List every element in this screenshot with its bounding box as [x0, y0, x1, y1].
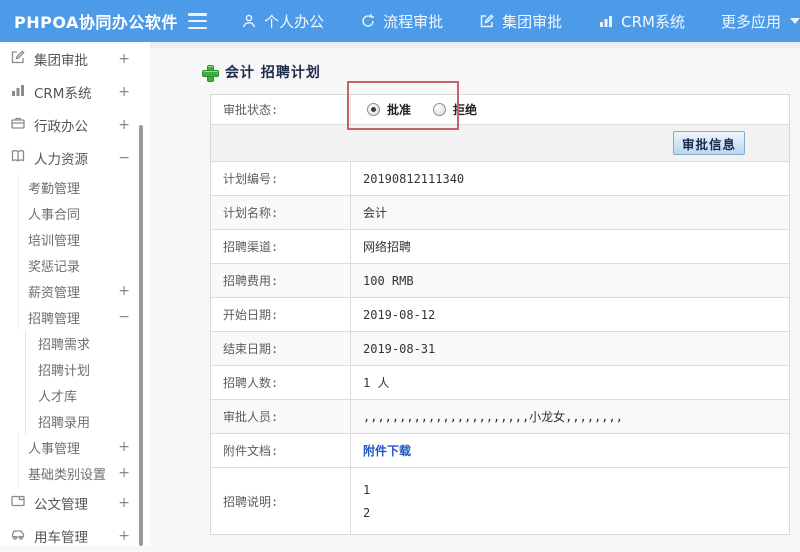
- sidebar: 集团审批 + CRM系统 + 行政办公 + 人力资源 − 考勤管理 人事合同 培…: [0, 42, 150, 546]
- table-row-approvers: 审批人员: ,,,,,,,,,,,,,,,,,,,,,,,小龙女,,,,,,,,: [211, 400, 789, 434]
- attachment-download-link[interactable]: 附件下载: [363, 442, 411, 459]
- sidebar-item-attendance[interactable]: 考勤管理: [18, 174, 150, 200]
- page-header: 会计 招聘计划: [202, 62, 800, 82]
- table-row-description: 招聘说明: 1 2: [211, 468, 789, 534]
- bar-chart-icon: [10, 82, 26, 102]
- sidebar-scrollbar[interactable]: [139, 125, 143, 546]
- nav-crm-system[interactable]: CRM系统: [598, 11, 685, 32]
- sidebar-item-talent-pool[interactable]: 人才库: [25, 382, 150, 408]
- sidebar-item-base-category[interactable]: 基础类别设置 +: [18, 460, 150, 486]
- sidebar-item-salary[interactable]: 薪资管理 +: [18, 278, 150, 304]
- expand-toggle[interactable]: +: [118, 495, 130, 511]
- nav-process-approval[interactable]: 流程审批: [360, 11, 443, 32]
- expand-toggle[interactable]: +: [118, 528, 130, 544]
- sidebar-item-group-approval[interactable]: 集团审批 +: [0, 42, 150, 75]
- toolbar-row: 审批信息: [211, 125, 789, 162]
- main-content: 会计 招聘计划 审批状态: 批准 拒绝 审批信息 计划编号: 201908121…: [150, 42, 800, 546]
- sidebar-item-crm[interactable]: CRM系统 +: [0, 75, 150, 108]
- expand-toggle[interactable]: +: [118, 465, 130, 481]
- table-row-plan-name: 计划名称: 会计: [211, 196, 789, 230]
- document-icon: [10, 493, 26, 513]
- sidebar-item-recruit-hire[interactable]: 招聘录用: [25, 408, 150, 434]
- top-nav: 个人办公 流程审批 集团审批 CRM系统 更多应用: [241, 11, 800, 32]
- sidebar-item-rewards[interactable]: 奖惩记录: [18, 252, 150, 278]
- app-logo: PHPOA协同办公软件: [14, 13, 178, 32]
- collapse-toggle[interactable]: −: [118, 309, 130, 325]
- briefcase-icon: [10, 115, 26, 135]
- menu-toggle-icon[interactable]: [187, 13, 208, 29]
- field-label: 审批状态:: [211, 95, 351, 124]
- sidebar-item-hr-contract[interactable]: 人事合同: [18, 200, 150, 226]
- expand-toggle[interactable]: +: [118, 51, 130, 67]
- description-line: 2: [363, 505, 371, 520]
- approval-status-row: 审批状态: 批准 拒绝: [211, 95, 789, 125]
- table-row-headcount: 招聘人数: 1 人: [211, 366, 789, 400]
- page-title: 会计 招聘计划: [225, 65, 321, 81]
- book-icon: [10, 148, 26, 168]
- radio-approve[interactable]: 批准: [367, 101, 411, 118]
- process-cycle-icon: [360, 13, 376, 29]
- detail-table: 审批状态: 批准 拒绝 审批信息 计划编号: 20190812111340 计划…: [210, 94, 790, 535]
- topbar: PHPOA协同办公软件 个人办公 流程审批 集团审批 CRM系统 更多应用: [0, 0, 800, 42]
- sidebar-item-documents[interactable]: 公文管理 +: [0, 486, 150, 519]
- expand-toggle[interactable]: +: [118, 283, 130, 299]
- table-row-plan-number: 计划编号: 20190812111340: [211, 162, 789, 196]
- edit-icon: [10, 49, 26, 69]
- sidebar-item-recruitment[interactable]: 招聘管理 −: [18, 304, 150, 330]
- car-icon: [10, 526, 26, 546]
- nav-more-apps[interactable]: 更多应用: [721, 11, 800, 32]
- sidebar-item-recruit-demand[interactable]: 招聘需求: [25, 330, 150, 356]
- table-row-start-date: 开始日期: 2019-08-12: [211, 298, 789, 332]
- caret-down-icon: [790, 18, 800, 24]
- sidebar-item-recruit-plan[interactable]: 招聘计划: [25, 356, 150, 382]
- table-row-end-date: 结束日期: 2019-08-31: [211, 332, 789, 366]
- add-plus-icon: [202, 64, 219, 82]
- person-icon: [241, 13, 257, 29]
- sidebar-item-vehicle[interactable]: 用车管理 +: [0, 519, 150, 552]
- expand-toggle[interactable]: +: [118, 117, 130, 133]
- table-row-channel: 招聘渠道: 网络招聘: [211, 230, 789, 264]
- approval-info-button[interactable]: 审批信息: [673, 131, 745, 155]
- nav-personal-office[interactable]: 个人办公: [241, 11, 324, 32]
- nav-group-approval[interactable]: 集团审批: [479, 11, 562, 32]
- edit-icon: [479, 13, 495, 29]
- radio-button-checked-icon[interactable]: [367, 103, 380, 116]
- sidebar-item-personnel[interactable]: 人事管理 +: [18, 434, 150, 460]
- sidebar-item-training[interactable]: 培训管理: [18, 226, 150, 252]
- sidebar-item-admin-office[interactable]: 行政办公 +: [0, 108, 150, 141]
- radio-button-icon[interactable]: [433, 103, 447, 116]
- description-line: 1: [363, 482, 371, 497]
- table-row-attachment: 附件文档: 附件下载: [211, 434, 789, 468]
- table-row-cost: 招聘费用: 100 RMB: [211, 264, 789, 298]
- sidebar-item-hr[interactable]: 人力资源 −: [0, 141, 150, 174]
- expand-toggle[interactable]: +: [118, 439, 130, 455]
- collapse-toggle[interactable]: −: [118, 150, 130, 166]
- bar-chart-icon: [598, 13, 614, 29]
- expand-toggle[interactable]: +: [118, 84, 130, 100]
- radio-reject[interactable]: 拒绝: [433, 101, 477, 118]
